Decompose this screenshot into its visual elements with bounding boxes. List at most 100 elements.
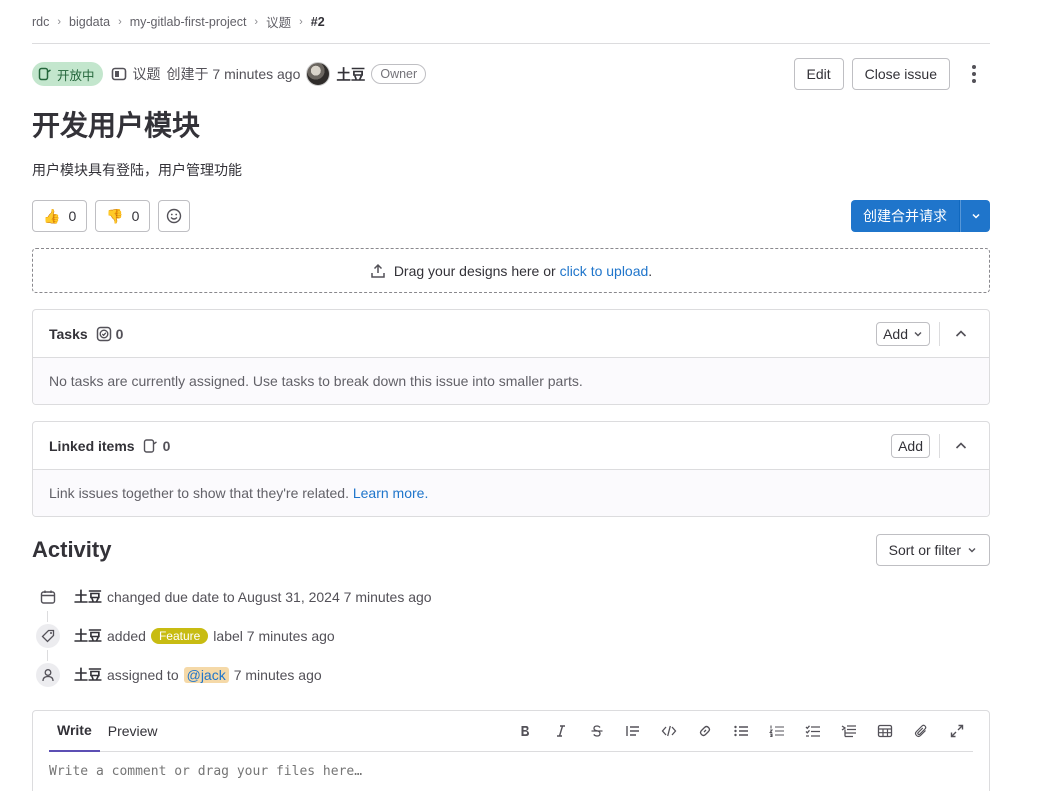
upload-icon	[371, 263, 385, 278]
numbered-list-icon[interactable]	[761, 717, 793, 745]
thumbsdown-count: 0	[131, 208, 140, 224]
linked-empty-text: Link issues together to show that they'r…	[49, 485, 349, 501]
linked-items-title: Linked items	[49, 437, 135, 454]
tasks-empty-message: No tasks are currently assigned. Use tas…	[33, 358, 989, 404]
breadcrumb-issues[interactable]: 议题	[266, 12, 291, 31]
comment-input[interactable]	[49, 764, 949, 779]
issue-type-label: 议题	[132, 66, 161, 82]
bullet-list-icon[interactable]	[725, 717, 757, 745]
sort-filter-label: Sort or filter	[888, 542, 961, 558]
more-actions-icon[interactable]	[958, 58, 990, 90]
activity-timeline: 土豆 changed due date to August 31, 2024 7…	[32, 577, 990, 694]
activity-text: added	[107, 627, 146, 644]
thumbsup-button[interactable]: 👍 0	[32, 200, 88, 232]
linked-items-empty-message: Link issues together to show that they'r…	[33, 470, 989, 516]
upload-link[interactable]: click to upload	[560, 263, 649, 279]
collapse-linked-icon[interactable]	[949, 434, 973, 458]
tab-preview[interactable]: Preview	[100, 711, 166, 752]
page-title: 开发用户模块	[32, 110, 201, 141]
thumbsup-icon: 👍	[43, 207, 61, 224]
chevron-down-icon	[914, 331, 922, 336]
created-time: 创建于 7 minutes ago	[166, 66, 301, 82]
activity-author[interactable]: 土豆	[74, 626, 102, 646]
table-icon[interactable]	[869, 717, 901, 745]
code-icon[interactable]	[653, 717, 685, 745]
activity-title: Activity	[32, 537, 112, 562]
chevron-down-icon	[968, 548, 976, 553]
label-badge[interactable]: Feature	[150, 627, 209, 644]
link-icon[interactable]	[689, 717, 721, 745]
task-list-icon[interactable]	[797, 717, 829, 745]
status-label: 开放中	[57, 68, 95, 83]
author-name[interactable]: 土豆	[336, 64, 365, 85]
breadcrumb-rdc[interactable]: rdc	[32, 15, 49, 29]
linked-items-count: 0	[143, 437, 171, 454]
chevron-right-icon: ›	[118, 15, 122, 28]
avatar[interactable]	[306, 62, 331, 86]
activity-author[interactable]: 土豆	[74, 587, 102, 607]
issue-header: 开放中 议题 创建于 7 minutes ago 土豆 Owner Edit C…	[32, 44, 990, 104]
quote-icon[interactable]	[617, 717, 649, 745]
activity-text: 7 minutes ago	[233, 666, 322, 683]
user-mention[interactable]: @jack	[183, 666, 229, 683]
strikethrough-icon[interactable]	[581, 717, 613, 745]
role-badge: Owner	[371, 64, 427, 84]
thumbsup-count: 0	[68, 208, 77, 224]
list-item: 土豆 assigned to @jack 7 minutes ago	[32, 655, 990, 694]
breadcrumb: rdc › bigdata › my-gitlab-first-project › 议…	[32, 0, 990, 44]
chevron-right-icon: ›	[254, 15, 259, 28]
thumbsdown-icon: 👎	[106, 207, 124, 224]
add-linked-item-button[interactable]: Add	[891, 433, 930, 458]
linked-items-card: Linked items 0 Add Link issues together …	[32, 421, 990, 517]
activity-header: Activity Sort or filter	[32, 533, 990, 567]
create-merge-request-button[interactable]: 创建合并请求	[851, 200, 960, 232]
calendar-icon	[32, 582, 64, 611]
issue-open-icon	[38, 67, 51, 81]
close-issue-button[interactable]: Close issue	[851, 58, 950, 90]
linked-items-count-value: 0	[162, 437, 171, 454]
upload-tail: .	[648, 262, 653, 279]
thumbsdown-button[interactable]: 👎 0	[95, 200, 151, 232]
sort-filter-dropdown[interactable]: Sort or filter	[875, 534, 990, 566]
user-icon	[32, 660, 64, 689]
activity-author[interactable]: 土豆	[74, 665, 102, 685]
issue-type-icon	[143, 438, 157, 453]
add-task-label: Add	[883, 325, 908, 342]
breadcrumb-project[interactable]: my-gitlab-first-project	[130, 15, 247, 29]
task-done-icon	[96, 326, 111, 341]
learn-more-link[interactable]: Learn more.	[353, 485, 428, 501]
list-item: 土豆 added Feature label 7 minutes ago	[32, 616, 990, 655]
tasks-count-value: 0	[115, 325, 124, 342]
tab-write[interactable]: Write	[49, 711, 100, 752]
tasks-count: 0	[96, 325, 124, 342]
breadcrumb-issue-number[interactable]: #2	[311, 15, 325, 29]
fullscreen-icon[interactable]	[941, 717, 973, 745]
create-merge-request-split: 创建合并请求	[851, 200, 990, 232]
issue-type-icon	[111, 67, 126, 81]
issue-meta: 议题 创建于 7 minutes ago 土豆 Owner	[111, 62, 427, 86]
collapse-tasks-icon[interactable]	[949, 322, 973, 346]
edit-button[interactable]: Edit	[793, 58, 844, 90]
collapsible-section-icon[interactable]	[833, 717, 865, 745]
chevron-right-icon: ›	[57, 15, 62, 28]
attachment-icon[interactable]	[905, 717, 937, 745]
tasks-title: Tasks	[49, 325, 88, 342]
status-badge: 开放中	[32, 62, 103, 86]
bold-icon[interactable]	[509, 717, 541, 745]
upload-text: Drag your designs here or	[393, 262, 556, 279]
design-upload-dropzone[interactable]: Drag your designs here or click to uploa…	[32, 248, 990, 293]
add-task-button[interactable]: Add	[876, 321, 930, 346]
smiley-icon	[167, 208, 182, 224]
activity-text: assigned to	[107, 666, 179, 683]
add-reaction-button[interactable]	[158, 200, 191, 232]
chevron-right-icon: ›	[299, 15, 303, 28]
italic-icon[interactable]	[545, 717, 577, 745]
comment-editor: Write Preview	[32, 710, 990, 791]
chevron-down-icon[interactable]	[960, 200, 990, 232]
breadcrumb-bigdata[interactable]: bigdata	[69, 15, 110, 29]
editor-toolbar	[509, 717, 973, 745]
label-icon	[32, 621, 64, 650]
awards-bar: 👍 0 👎 0 创建合并请求	[32, 200, 990, 232]
activity-text: label 7 minutes ago	[213, 627, 335, 644]
issue-description: 用户模块具有登陆，用户管理功能	[32, 162, 242, 178]
